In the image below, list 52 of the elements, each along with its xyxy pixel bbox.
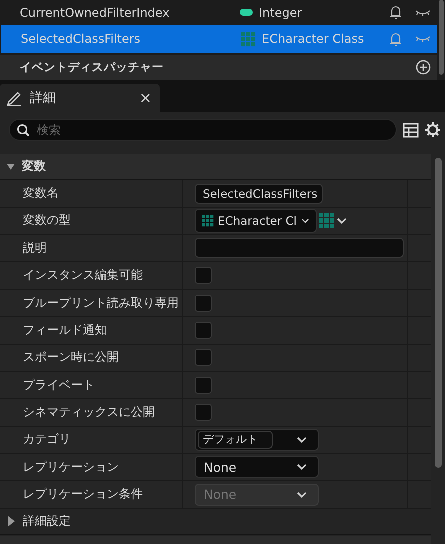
property-label: シネマティックスに公開 <box>23 404 155 421</box>
add-icon[interactable] <box>416 60 431 75</box>
description-field[interactable] <box>195 238 404 258</box>
variable-type: ECharacter Class <box>262 32 364 46</box>
property-label: インスタンス編集可能 <box>23 267 143 284</box>
chevron-down-icon <box>296 436 308 444</box>
dropdown[interactable]: None <box>195 456 319 478</box>
property-label: プライベート <box>23 376 95 394</box>
variable-type: Integer <box>259 6 302 20</box>
container-type-dropdown[interactable] <box>317 212 348 229</box>
property-label: 変数名 <box>23 185 59 202</box>
settings-icon[interactable] <box>425 122 441 138</box>
checkbox[interactable] <box>195 322 212 339</box>
property-label: レプリケーション <box>23 458 119 476</box>
property-label: 説明 <box>23 240 47 257</box>
checkbox[interactable] <box>195 294 212 312</box>
search-field[interactable]: 検索 <box>9 119 397 141</box>
section-header[interactable]: 詳細設定 <box>0 508 431 536</box>
scrollbar-thumb[interactable] <box>434 158 442 468</box>
caret-down-icon <box>6 162 16 172</box>
property-label: フィールド通知 <box>23 322 107 339</box>
chevron-down-icon <box>336 216 348 225</box>
category-field[interactable]: デフォルト <box>198 430 273 449</box>
chevron-down-icon <box>296 463 308 472</box>
property-label: スポーン時に公開 <box>23 349 119 366</box>
details-tab[interactable]: 詳細 × <box>0 84 160 112</box>
close-button[interactable]: × <box>139 89 152 107</box>
closed-eye-icon[interactable] <box>415 8 431 16</box>
section-header[interactable]: イベントディスパッチャー <box>0 55 437 80</box>
grid-icon <box>319 212 335 229</box>
type-dropdown[interactable]: ECharacter Cl <box>195 208 317 233</box>
grid-icon <box>202 212 214 229</box>
type-pill-icon <box>240 9 253 16</box>
pencil-list-icon <box>6 90 22 106</box>
chevron-down-icon <box>296 490 308 499</box>
checkbox[interactable] <box>195 349 212 366</box>
chevron-down-icon <box>300 216 310 225</box>
property-label: 変数の型 <box>23 212 71 230</box>
table-icon[interactable] <box>403 122 419 138</box>
section-header[interactable]: 変数 <box>0 154 431 180</box>
checkbox[interactable] <box>195 267 212 284</box>
property-label: カテゴリ <box>23 431 71 448</box>
checkbox[interactable] <box>195 404 212 421</box>
scrollbar-thumb[interactable] <box>438 0 444 75</box>
property-label: レプリケーション条件 <box>23 486 143 504</box>
checkbox[interactable] <box>195 376 212 394</box>
category-combo-box[interactable]: デフォルト <box>195 428 319 451</box>
variable-name-field[interactable]: SelectedClassFilters <box>195 184 323 204</box>
caret-right-icon <box>8 516 16 527</box>
bell-icon[interactable] <box>389 5 403 20</box>
property-label: ブループリント読み取り専用 <box>23 294 179 312</box>
grid-icon <box>241 32 256 46</box>
